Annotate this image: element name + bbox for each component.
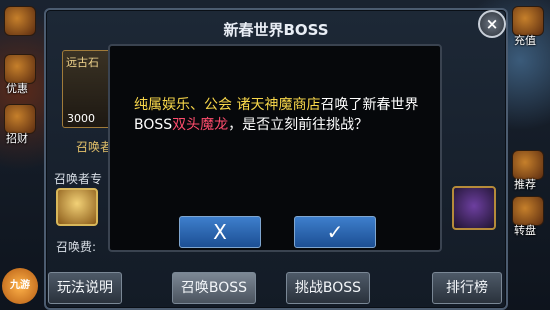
side-label-left-1: 优惠 [6, 82, 28, 95]
logo-text: 九游 [10, 280, 30, 291]
side-label-right-1: 充值 [514, 34, 536, 47]
app-logo: 九游 [2, 268, 38, 304]
check-icon: ✓ [326, 220, 344, 244]
summoner-label: 召唤者专 [54, 172, 103, 186]
cancel-button[interactable]: X [179, 216, 261, 248]
side-label-left-2: 招财 [6, 132, 28, 145]
side-icon[interactable] [4, 6, 36, 36]
dialog-text-b: ，是否立刻前往挑战？ [228, 117, 369, 133]
confirm-dialog [108, 44, 442, 252]
summon-header: 召唤者 [76, 140, 113, 154]
reward-chest-icon[interactable] [452, 186, 496, 230]
ranking-button[interactable]: 排行榜 [432, 272, 502, 304]
close-icon: × [485, 15, 499, 33]
dialog-boss-name: 双头魔龙 [172, 117, 229, 133]
summon-boss-button[interactable]: 召唤BOSS [172, 272, 256, 304]
treasure-chest-icon[interactable] [56, 188, 98, 226]
item-price: 3000 [67, 112, 95, 125]
dialog-message: 纯属娱乐、公会 诸天神魔商店召唤了新春世界BOSS双头魔龙，是否立刻前往挑战？ [134, 95, 424, 135]
side-label-right-3: 转盘 [514, 224, 536, 237]
close-button[interactable]: × [478, 10, 506, 38]
rules-button[interactable]: 玩法说明 [48, 272, 122, 304]
challenge-boss-button[interactable]: 挑战BOSS [286, 272, 370, 304]
confirm-button[interactable]: ✓ [294, 216, 376, 248]
dialog-source: 纯属娱乐、公会 诸天神魔商店 [134, 97, 321, 113]
side-label-right-2: 推荐 [514, 178, 536, 191]
summon-fee-label: 召唤费: [56, 240, 97, 254]
cancel-icon: X [213, 220, 227, 244]
